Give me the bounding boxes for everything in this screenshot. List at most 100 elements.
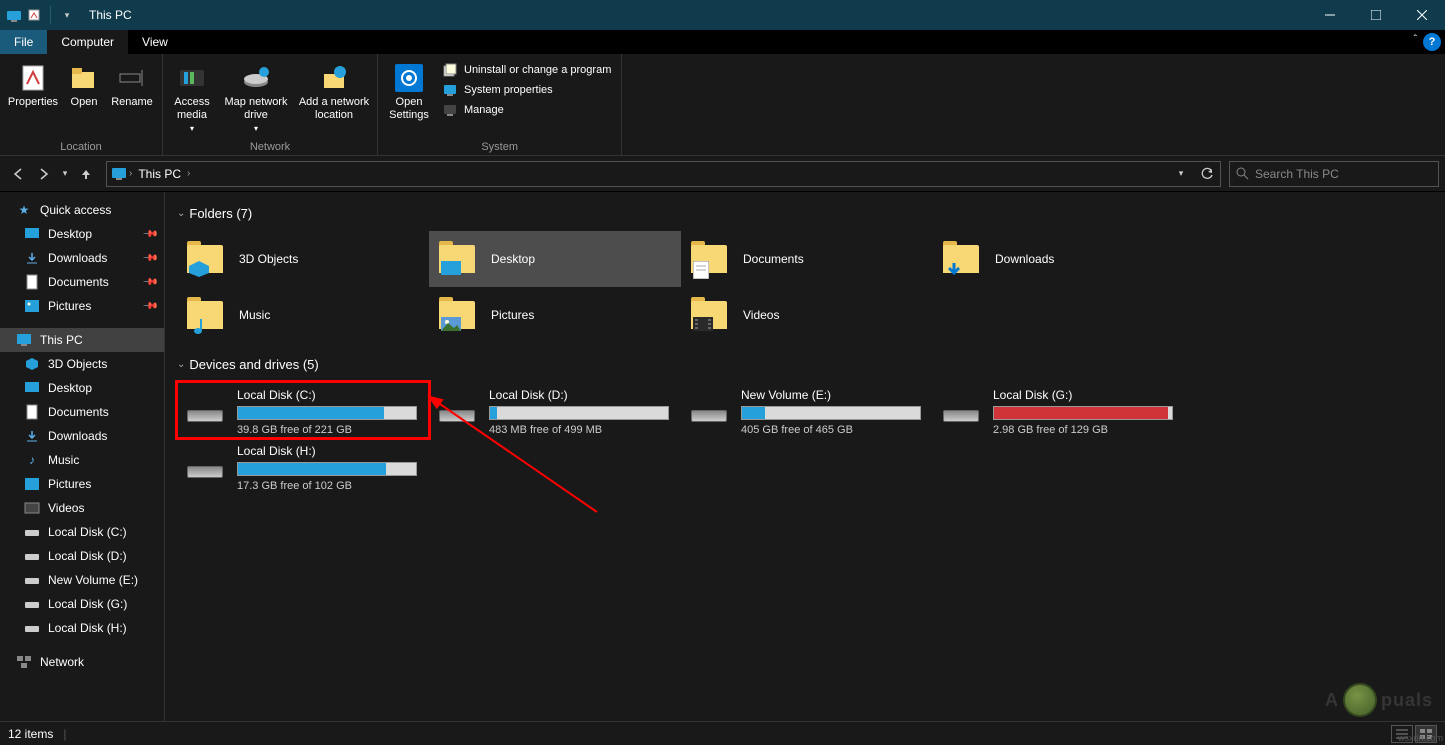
drive-icon <box>185 394 225 426</box>
drive-icon <box>24 596 40 612</box>
sidebar-disk-g[interactable]: Local Disk (G:) <box>0 592 164 616</box>
folder-name: Downloads <box>995 252 1054 266</box>
folder-item[interactable]: Downloads <box>933 231 1185 287</box>
tab-view[interactable]: View <box>128 30 182 54</box>
titlebar: ▾ This PC <box>0 0 1445 30</box>
sidebar-disk-e[interactable]: New Volume (E:) <box>0 568 164 592</box>
sidebar-desktop[interactable]: Desktop📌 <box>0 222 164 246</box>
sidebar-videos[interactable]: Videos <box>0 496 164 520</box>
open-button[interactable]: Open <box>62 58 106 113</box>
sidebar-thispc[interactable]: This PC <box>0 328 164 352</box>
folder-icon <box>941 239 981 279</box>
folder-name: Documents <box>743 252 804 266</box>
drive-icon <box>24 620 40 636</box>
documents-icon <box>24 404 40 420</box>
sidebar-pictures2[interactable]: Pictures <box>0 472 164 496</box>
drive-icon <box>185 450 225 482</box>
drive-usage-bar <box>489 406 669 420</box>
folder-item[interactable]: 3D Objects <box>177 231 429 287</box>
map-network-drive-button[interactable]: Map network drive▾ <box>217 58 295 139</box>
pin-icon: 📌 <box>141 250 158 267</box>
ribbon-group-network: Access media▾ Map network drive▾ Add a n… <box>163 54 378 155</box>
sidebar-quick-access[interactable]: ★Quick access <box>0 198 164 222</box>
drive-item[interactable]: Local Disk (H:) 17.3 GB free of 102 GB <box>177 438 429 494</box>
properties-label: Properties <box>8 96 58 109</box>
chevron-right-icon[interactable]: › <box>187 168 190 179</box>
access-media-label: Access media <box>169 96 215 122</box>
maximize-button[interactable] <box>1353 0 1399 30</box>
folder-item[interactable]: Desktop <box>429 231 681 287</box>
close-button[interactable] <box>1399 0 1445 30</box>
folder-item[interactable]: Videos <box>681 287 933 343</box>
ribbon-group-system-label: System <box>382 139 617 153</box>
minimize-button[interactable] <box>1307 0 1353 30</box>
breadcrumb-thispc[interactable]: This PC <box>132 167 187 181</box>
help-icon[interactable]: ? <box>1423 33 1441 51</box>
folder-name: 3D Objects <box>239 252 298 266</box>
sidebar-music[interactable]: ♪Music <box>0 448 164 472</box>
section-folders-header[interactable]: ⌄Folders (7) <box>177 206 1433 221</box>
watermark: AA pualspuals <box>1325 683 1433 717</box>
open-label: Open <box>71 96 98 109</box>
back-button[interactable] <box>6 162 30 186</box>
folder-item[interactable]: Pictures <box>429 287 681 343</box>
search-input[interactable]: Search This PC <box>1229 161 1439 187</box>
add-network-location-button[interactable]: Add a network location <box>295 58 373 126</box>
drive-icon <box>24 572 40 588</box>
address-bar[interactable]: › This PC › ▾ <box>106 161 1221 187</box>
sidebar-network[interactable]: Network <box>0 650 164 674</box>
chevron-down-icon: ⌄ <box>177 208 185 219</box>
sidebar-desktop2[interactable]: Desktop <box>0 376 164 400</box>
desktop-icon <box>24 380 40 396</box>
navbar: ▾ › This PC › ▾ Search This PC <box>0 156 1445 192</box>
sidebar-documents[interactable]: Documents📌 <box>0 270 164 294</box>
music-icon: ♪ <box>24 452 40 468</box>
sidebar-3dobjects[interactable]: 3D Objects <box>0 352 164 376</box>
pin-icon: 📌 <box>141 226 158 243</box>
drive-name: New Volume (E:) <box>741 388 925 402</box>
sidebar-downloads[interactable]: Downloads📌 <box>0 246 164 270</box>
section-drives-header[interactable]: ⌄Devices and drives (5) <box>177 357 1433 372</box>
sidebar-disk-h[interactable]: Local Disk (H:) <box>0 616 164 640</box>
folder-icon <box>689 239 729 279</box>
sidebar-disk-d[interactable]: Local Disk (D:) <box>0 544 164 568</box>
drive-item[interactable]: Local Disk (D:) 483 MB free of 499 MB <box>429 382 681 438</box>
recent-locations-button[interactable]: ▾ <box>58 162 72 186</box>
refresh-button[interactable] <box>1194 162 1220 186</box>
tab-file[interactable]: File <box>0 30 47 54</box>
properties-button[interactable]: Properties <box>4 58 62 113</box>
forward-button[interactable] <box>32 162 56 186</box>
access-media-button[interactable]: Access media▾ <box>167 58 217 139</box>
open-settings-button[interactable]: Open Settings <box>382 58 436 126</box>
drive-item[interactable]: Local Disk (G:) 2.98 GB free of 129 GB <box>933 382 1185 438</box>
sidebar-pictures[interactable]: Pictures📌 <box>0 294 164 318</box>
tab-computer[interactable]: Computer <box>47 30 128 54</box>
content-area: ⌄Folders (7) 3D Objects Desktop Documents D… <box>165 192 1445 721</box>
star-icon: ★ <box>16 202 32 218</box>
downloads-icon <box>24 428 40 444</box>
qat-properties-icon[interactable] <box>26 7 42 23</box>
drive-icon <box>941 394 981 426</box>
sidebar-downloads2[interactable]: Downloads <box>0 424 164 448</box>
system-properties-button[interactable]: System properties <box>436 80 617 100</box>
drive-item[interactable]: New Volume (E:) 405 GB free of 465 GB <box>681 382 933 438</box>
collapse-ribbon-icon[interactable]: ˆ <box>1414 34 1417 45</box>
history-dropdown-icon[interactable]: ▾ <box>1168 162 1194 186</box>
folder-icon <box>437 295 477 335</box>
open-settings-label: Open Settings <box>384 96 434 122</box>
drive-name: Local Disk (H:) <box>237 444 421 458</box>
folder-item[interactable]: Music <box>177 287 429 343</box>
qat-dropdown-icon[interactable]: ▾ <box>59 7 75 23</box>
folder-item[interactable]: Documents <box>681 231 933 287</box>
uninstall-button[interactable]: Uninstall or change a program <box>436 60 617 80</box>
drive-item[interactable]: Local Disk (C:) 39.8 GB free of 221 GB <box>177 382 429 438</box>
manage-button[interactable]: Manage <box>436 100 617 120</box>
folder-name: Pictures <box>491 308 534 322</box>
source-text: wsxdn.com <box>1398 733 1443 743</box>
sidebar-disk-c[interactable]: Local Disk (C:) <box>0 520 164 544</box>
drive-icon <box>689 394 729 426</box>
sidebar-documents2[interactable]: Documents <box>0 400 164 424</box>
window-title: This PC <box>81 8 132 22</box>
rename-button[interactable]: Rename <box>106 58 158 113</box>
up-button[interactable] <box>74 162 98 186</box>
